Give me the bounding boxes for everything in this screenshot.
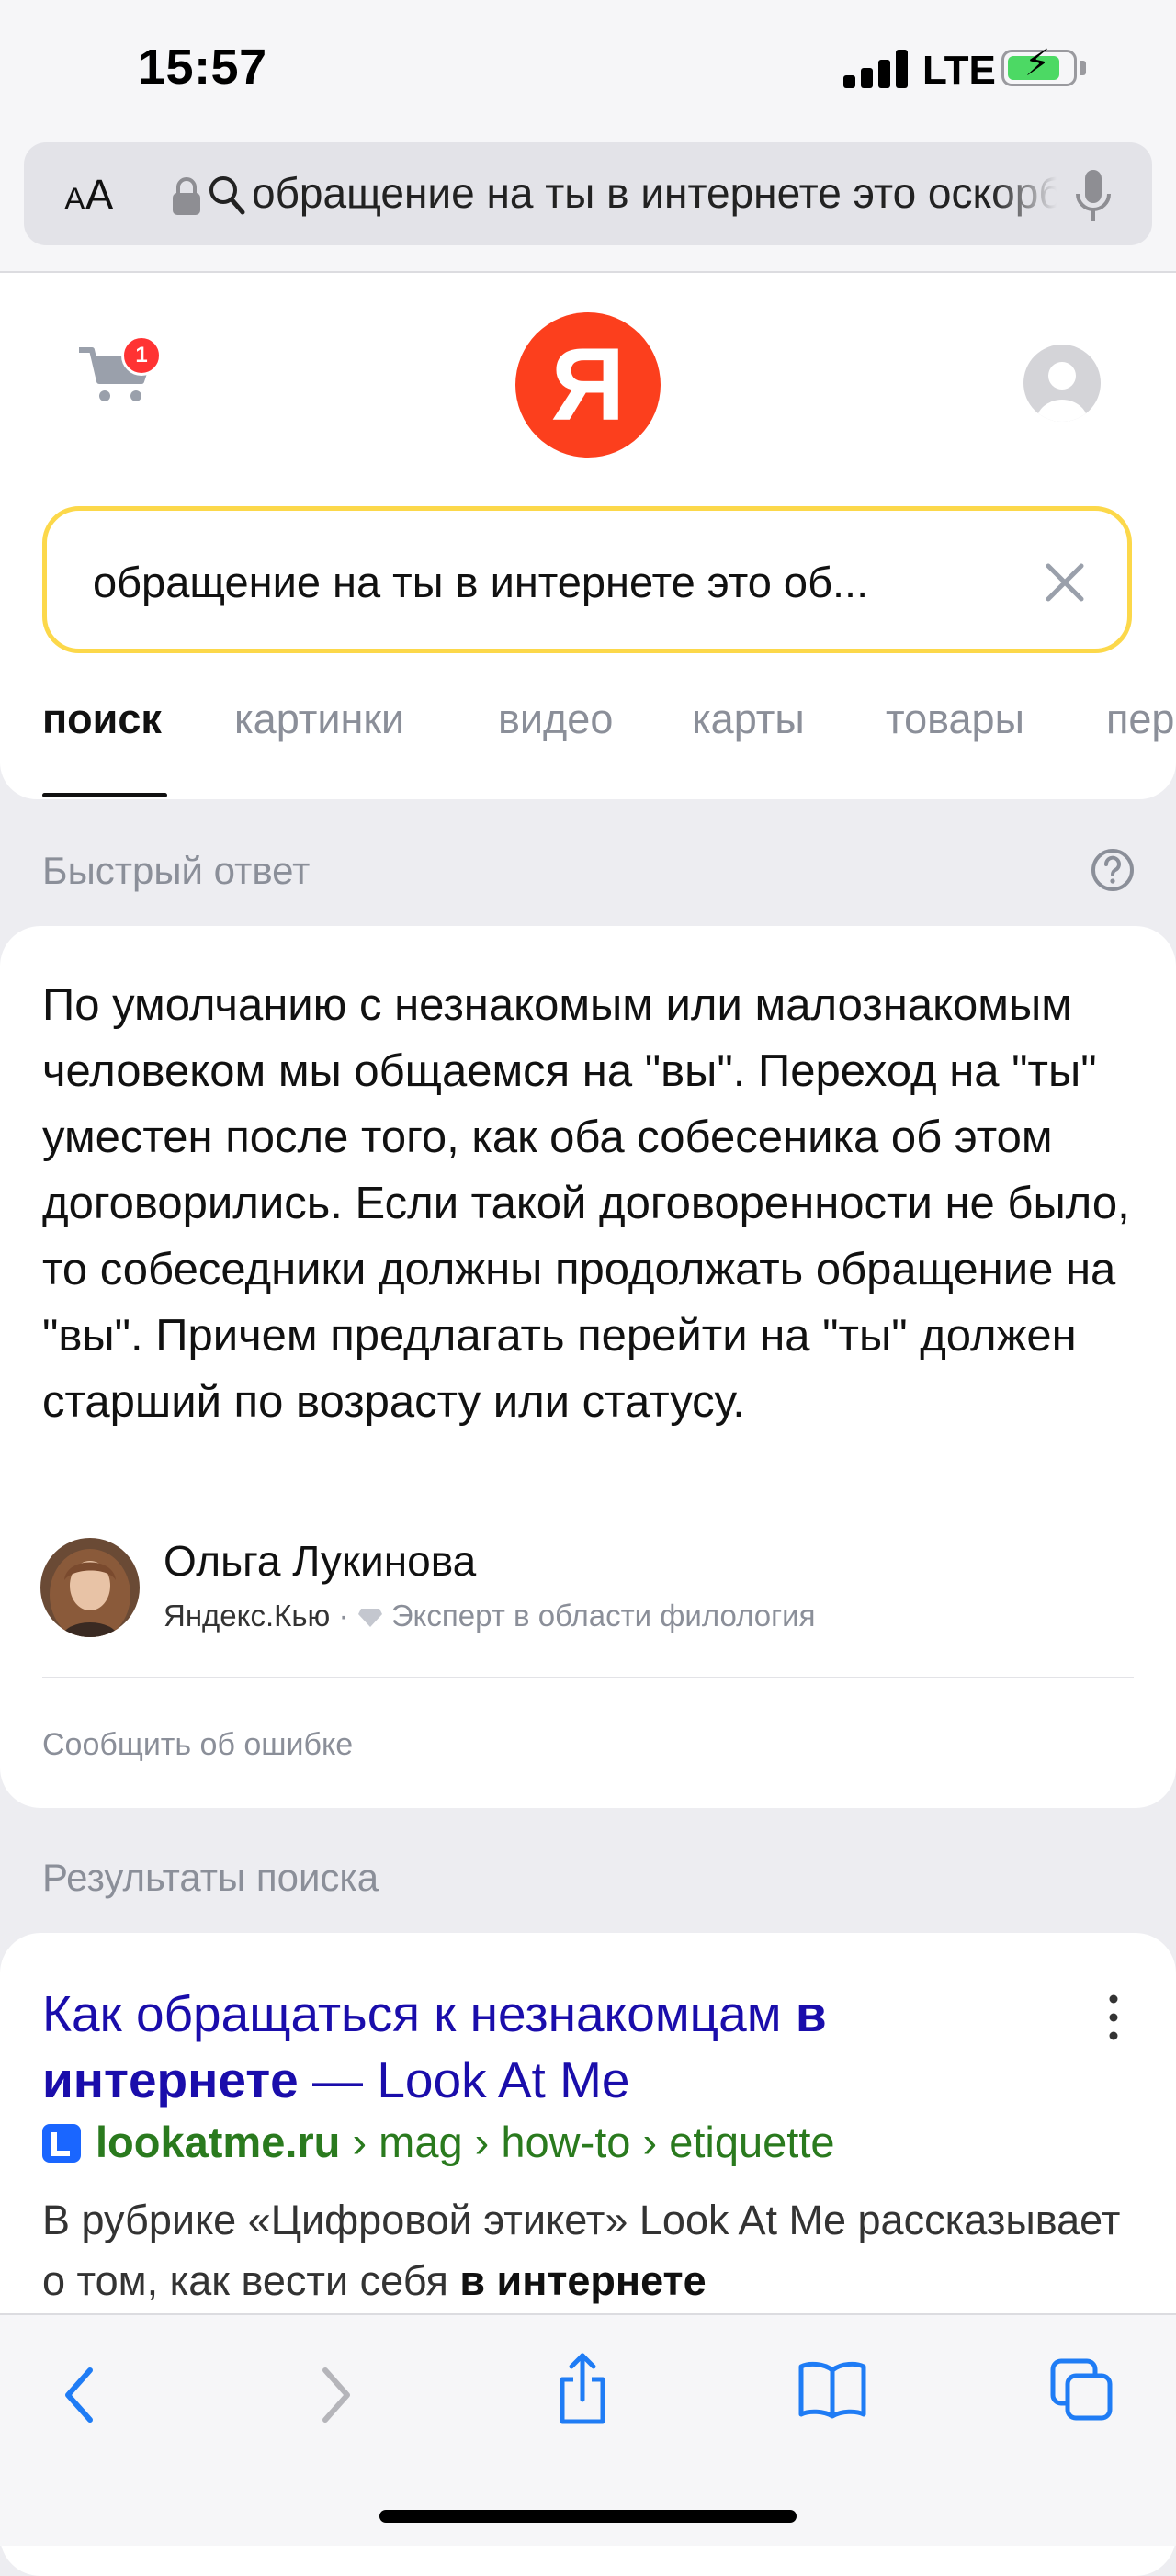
text-size-small-a: A (64, 182, 85, 217)
battery-cap (1080, 61, 1086, 75)
user-avatar-icon[interactable] (1023, 345, 1101, 422)
address-bar[interactable]: AA обращение на ты в интернете это оскор… (24, 142, 1152, 245)
result-title-part2: — Look At Me (298, 2051, 630, 2108)
result-title-part1: Как обращаться к незнакомцам (42, 1985, 796, 2042)
result-title-bold1: в (795, 1985, 827, 2042)
bookmarks-icon[interactable] (797, 2359, 867, 2420)
divider (42, 1677, 1134, 1678)
tabs-icon[interactable] (1049, 2357, 1115, 2423)
results-section-title: Результаты поиска (42, 1856, 379, 1899)
share-icon[interactable] (555, 2352, 610, 2425)
help-icon[interactable] (1090, 847, 1136, 893)
author-photo-image (40, 1538, 140, 1637)
result-title-bold2: интернете (42, 2051, 299, 2108)
result-url[interactable]: lookatme.ru › mag › how-to › etiquette (96, 2117, 835, 2167)
site-favicon-icon (42, 2124, 81, 2163)
tab-maps[interactable]: карты (692, 695, 805, 743)
expert-diamond-icon (357, 1609, 382, 1627)
quick-answer-card: По умолчанию с незнакомым или малознаком… (0, 926, 1176, 1808)
battery-icon: ⚡ (1001, 45, 1077, 86)
user-silhouette-icon (1036, 362, 1088, 422)
quick-answer-text: По умолчанию с незнакомым или малознаком… (42, 980, 1130, 1427)
home-indicator (379, 2510, 797, 2523)
yandex-header: 1 Я обращение на ты в интернете это об..… (0, 273, 1176, 799)
report-error-link[interactable]: Сообщить об ошибке (42, 1727, 353, 1763)
forward-arrow-icon[interactable] (312, 2363, 358, 2427)
result-title-link[interactable]: Как обращаться к незнакомцам в интернете… (42, 1981, 1080, 2113)
address-text[interactable]: обращение на ты в интернете это оскорбле… (252, 168, 1057, 220)
meta-separator: · (338, 1599, 349, 1633)
cart-badge: 1 (121, 335, 162, 376)
author-expertise: Эксперт в области филология (390, 1599, 816, 1633)
active-tab-indicator (42, 793, 167, 797)
answer-source[interactable]: Яндекс.Кью (164, 1599, 330, 1633)
search-query-text[interactable]: обращение на ты в интернете это об... (93, 557, 1021, 607)
search-icon (209, 176, 245, 215)
tab-search[interactable]: поиск (42, 695, 162, 743)
yandex-logo[interactable]: Я (515, 312, 661, 458)
result-domain: lookatme.ru (96, 2118, 341, 2166)
browser-top-bar: 15:57 LTE ⚡ AA обращение на ты в интерне… (0, 0, 1176, 273)
status-clock: 15:57 (138, 40, 267, 95)
back-arrow-icon[interactable] (57, 2363, 103, 2427)
search-tabs: поиск картинки видео карты товары пер (0, 695, 1176, 797)
microphone-icon[interactable] (1073, 168, 1114, 225)
more-options-icon[interactable] (1102, 1990, 1125, 2045)
author-name[interactable]: Ольга Лукинова (164, 1536, 476, 1586)
tab-video[interactable]: видео (498, 695, 613, 743)
snippet-highlight: в интернете (459, 2257, 707, 2304)
lock-icon (173, 177, 200, 215)
text-size-large-a: A (85, 171, 114, 219)
text-size-button[interactable]: AA (64, 170, 113, 220)
search-input[interactable]: обращение на ты в интернете это об... (42, 506, 1132, 653)
tab-translate[interactable]: пер (1106, 695, 1174, 743)
tab-goods[interactable]: товары (886, 695, 1024, 743)
author-meta: Яндекс.Кью · Эксперт в области филология (164, 1599, 815, 1633)
result-snippet: В рубрике «Цифровой этикет» Look At Me р… (42, 2190, 1145, 2311)
network-type: LTE (922, 48, 996, 93)
quick-answer-title: Быстрый ответ (42, 849, 311, 892)
browser-bottom-toolbar (0, 2313, 1176, 2546)
result-path: › mag › how-to › etiquette (340, 2118, 835, 2166)
tab-images[interactable]: картинки (234, 695, 404, 743)
cellular-signal-icon (843, 50, 910, 88)
clear-icon[interactable] (1039, 557, 1091, 608)
author-avatar[interactable] (40, 1538, 140, 1637)
